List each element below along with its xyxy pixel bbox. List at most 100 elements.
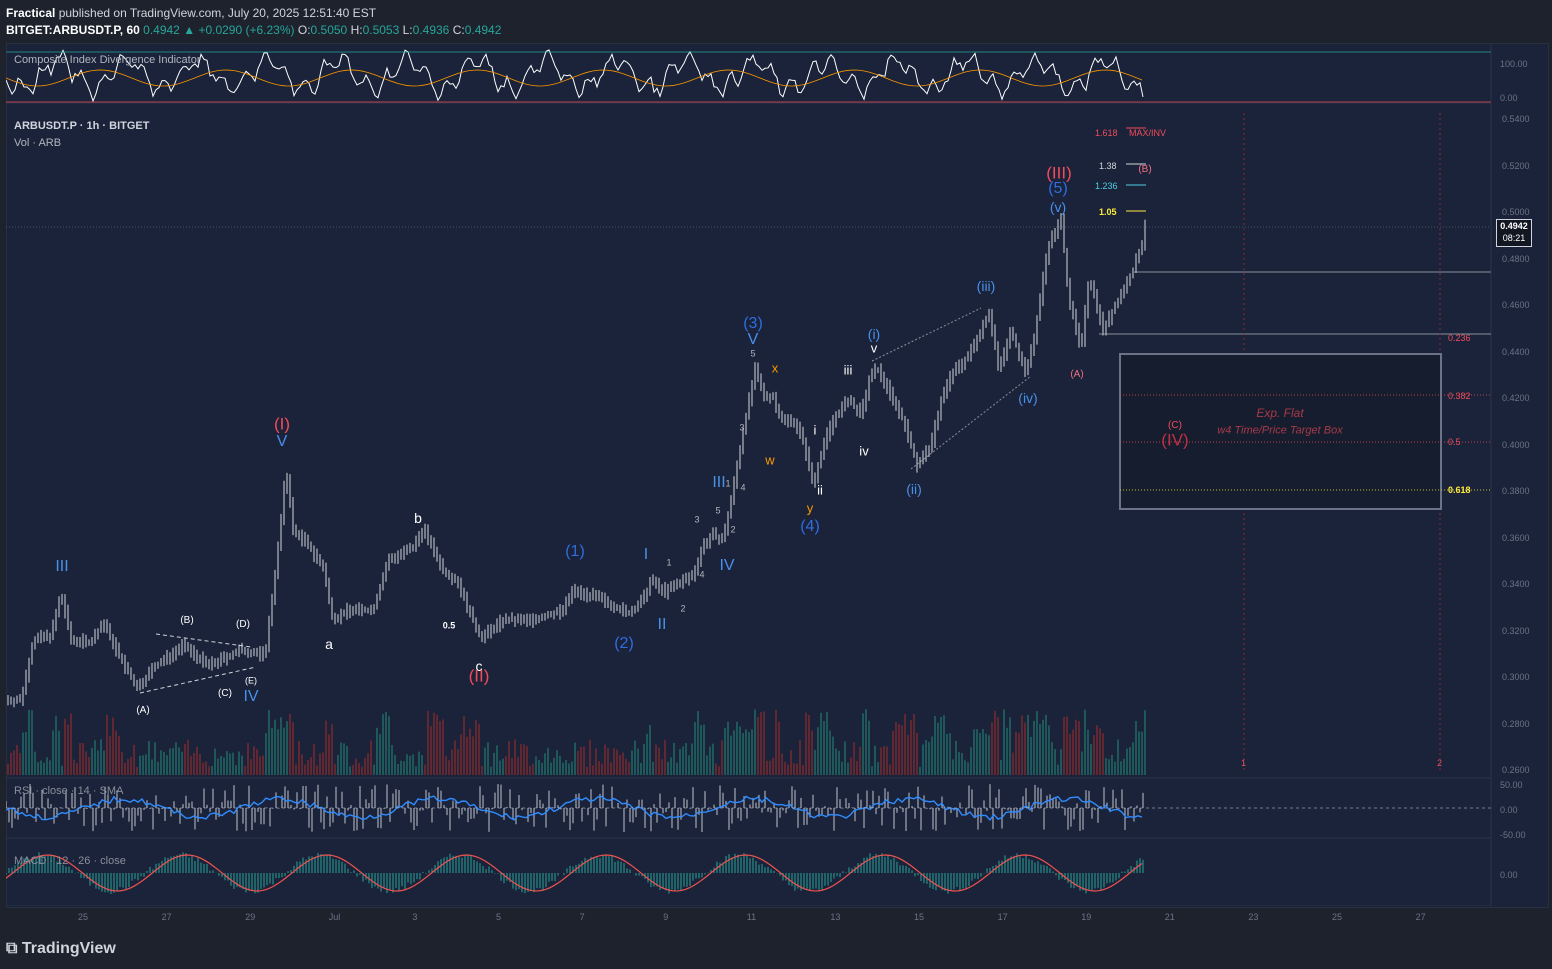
time-axis-tick: 3 — [412, 912, 418, 922]
countdown-timer: 08:21 — [1502, 233, 1526, 243]
wave-label: v — [870, 340, 878, 356]
time-axis-tick: 27 — [161, 912, 172, 922]
tradingview-icon: ⧉ — [6, 940, 22, 957]
wave-label: (5) — [1048, 180, 1068, 197]
fib-level-label: 0.382 — [1448, 391, 1471, 401]
wave-label: (1) — [565, 543, 585, 560]
fib-level-label: 0.236 — [1448, 333, 1471, 343]
wave-label: iv — [859, 443, 869, 459]
low-label: L: — [402, 23, 413, 37]
time-axis-tick: 9 — [663, 912, 669, 922]
publish-info: Fractical published on TradingView.com, … — [6, 6, 376, 20]
wave-label: (iii) — [976, 278, 996, 294]
target-box-subtitle: w4 Time/Price Target Box — [1217, 424, 1343, 437]
up-arrow-icon: ▲ — [183, 23, 196, 37]
price-change: +0.0290 (+6.23%) — [198, 23, 295, 37]
trendline — [871, 307, 982, 362]
main-chart-title[interactable]: ARBUSDT.P · 1h · BITGET — [14, 120, 149, 132]
wave-label: III — [712, 474, 726, 491]
volume-label[interactable]: Vol · ARB — [14, 137, 61, 149]
time-axis-tick: 25 — [78, 912, 89, 922]
wave-label: (E) — [245, 675, 257, 686]
rsi-indicator-title[interactable]: RSI · close · 14 · SMA — [14, 785, 123, 797]
time-axis-tick: 17 — [997, 912, 1008, 922]
wave-label: y — [806, 500, 814, 516]
time-axis-tick: 19 — [1081, 912, 1092, 922]
trendline — [155, 633, 252, 648]
time-axis-tick: 25 — [1332, 912, 1343, 922]
time-axis-tick: 29 — [245, 912, 256, 922]
tradingview-logo[interactable]: ⧉ TradingView — [6, 940, 116, 958]
low-value: 0.4936 — [412, 23, 450, 37]
wave-label: II — [657, 616, 667, 633]
wave-label: b — [414, 510, 422, 526]
open-value: 0.5050 — [310, 23, 348, 37]
wave-label: x — [771, 360, 779, 376]
fib-level-label: 1.618 — [1095, 128, 1118, 138]
price-scale-tick: 0.5200 — [1502, 160, 1530, 171]
high-label: H: — [350, 23, 363, 37]
wave-label: 0.5 — [442, 620, 456, 631]
macd-indicator-title[interactable]: MACD · 12 · 26 · close — [14, 855, 126, 867]
wave-label: (ii) — [906, 481, 922, 497]
wave-label: (4) — [800, 518, 820, 535]
wave-label: (v) — [1049, 199, 1067, 215]
time-axis-tick: 23 — [1248, 912, 1259, 922]
time-axis-tick: 11 — [746, 912, 757, 922]
fib-level-label: 1.05 — [1099, 207, 1117, 217]
wave-label: (II) — [468, 666, 490, 686]
wave-label: (A) — [1070, 369, 1084, 380]
open-label: O: — [297, 23, 311, 37]
wave-label: i — [813, 422, 817, 438]
close-value: 0.4942 — [464, 23, 502, 37]
wave-label: (2) — [614, 635, 634, 652]
price-scale-tick: 0.4600 — [1502, 300, 1530, 310]
price-scale-tick: 0.4800 — [1502, 253, 1530, 264]
time-axis-tick: 5 — [496, 912, 502, 922]
wave-label: (B) — [1138, 164, 1152, 175]
wave-label: (3) — [743, 315, 763, 332]
author-name[interactable]: Fractical — [6, 6, 55, 20]
rsi-scale-tick: -50.00 — [1500, 830, 1526, 840]
target-box-title: Exp. Flat — [1256, 406, 1304, 420]
wave-label: (B) — [180, 615, 194, 626]
wave-label: 3 — [739, 422, 745, 433]
last-price: 0.4942 — [143, 23, 180, 37]
price-scale-tick: 0.3600 — [1502, 532, 1530, 543]
macd-scale-tick: 0.00 — [1500, 870, 1518, 880]
price-scale-tick: 0.4400 — [1502, 346, 1530, 357]
wave-label: 3 — [694, 514, 700, 525]
wave-label: w — [765, 452, 775, 468]
wave-label: 2 — [680, 603, 686, 614]
high-value: 0.5053 — [362, 23, 400, 37]
price-scale-tick: 0.2600 — [1502, 765, 1530, 775]
wave-label: IV — [243, 688, 259, 705]
fib-level-tag: MAX/INV — [1129, 128, 1167, 138]
ohlc-line: BITGET:ARBUSDT.P, 60 0.4942 ▲ +0.0290 (+… — [6, 23, 501, 37]
wave-label: 5 — [715, 505, 721, 516]
wave-label: V — [276, 433, 288, 450]
close-label: C: — [452, 23, 465, 37]
chart-canvas[interactable] — [6, 43, 1547, 906]
rsi-scale-tick: 0.00 — [1500, 805, 1518, 815]
wave-label: 4 — [740, 482, 746, 493]
time-axis-tick: 27 — [1415, 912, 1426, 922]
price-scale-tick: 0.4200 — [1502, 393, 1530, 403]
wave-label: (III) — [1046, 163, 1072, 183]
footer-bar: ⧉ TradingView — [0, 930, 1552, 969]
symbol-label[interactable]: BITGET:ARBUSDT.P, 60 — [6, 23, 140, 37]
price-scale-tick: 0.3400 — [1502, 579, 1530, 589]
time-axis-tick: 15 — [914, 912, 925, 922]
time-marker: 1 — [1241, 758, 1247, 768]
price-scale-tick: 0.3200 — [1502, 625, 1530, 636]
tradingview-wordmark: TradingView — [21, 940, 116, 957]
time-axis-tick: 21 — [1164, 912, 1175, 922]
trendline — [139, 666, 257, 694]
time-axis-tick: Jul — [328, 912, 341, 922]
top-scale-tick: 0.00 — [1500, 93, 1518, 103]
wave-label: 2 — [730, 524, 736, 535]
top-indicator-title[interactable]: Composite Index Divergence Indicator — [14, 54, 200, 66]
publish-header: Fractical published on TradingView.com, … — [0, 0, 1552, 42]
price-scale-tick: 0.3000 — [1502, 672, 1530, 682]
wave-label: (i) — [867, 326, 881, 342]
